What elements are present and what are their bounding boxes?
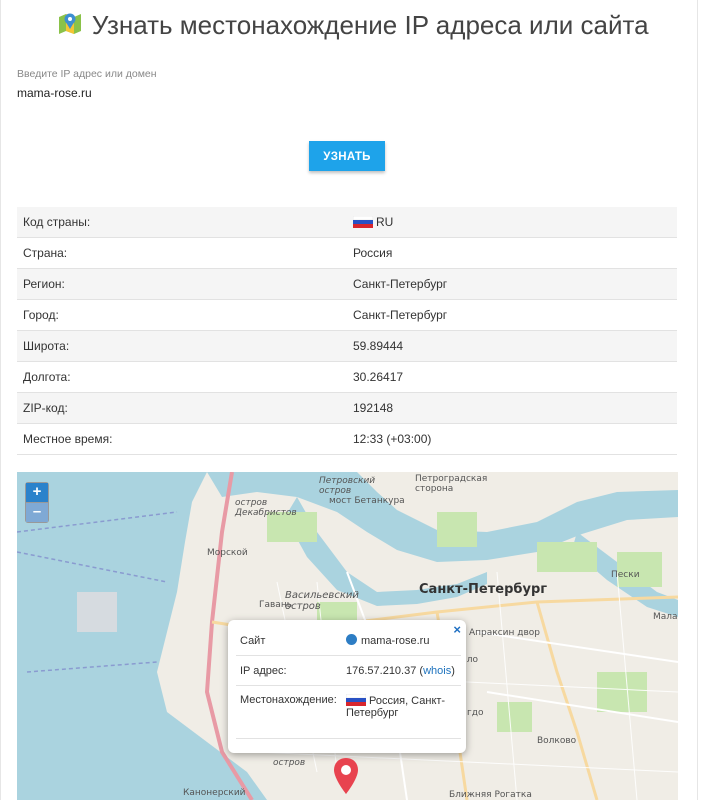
info-row: Местное время: 12:33 (+03:00): [17, 423, 677, 455]
info-value-cell: Санкт-Петербург: [346, 299, 677, 331]
info-row: Долгота: 30.26417: [17, 361, 677, 393]
info-row: Страна: Россия: [17, 237, 677, 269]
info-row: Код страны: RU: [17, 207, 677, 238]
map-label-kanonersky: Канонерский: [183, 788, 246, 798]
whois-link[interactable]: whois: [423, 665, 451, 677]
info-value: 30.26417: [353, 370, 404, 384]
map-label-vasilevsky: Васильевский остров: [285, 590, 359, 612]
zoom-in-button[interactable]: +: [26, 483, 48, 503]
info-value: 192148: [353, 401, 394, 415]
info-key: Код страны:: [17, 207, 346, 238]
map-label-dekabristov: остров Декабристов: [235, 498, 297, 518]
lookup-button[interactable]: УЗНАТЬ: [309, 141, 385, 171]
info-value-cell: 59.89444: [346, 330, 677, 362]
map-label-petrovsky: Петровский остров: [319, 476, 376, 496]
map-label-blizhnyaya: Ближняя Рогатка: [449, 790, 532, 800]
info-key: Страна:: [17, 237, 346, 269]
whois-close-paren: ): [451, 664, 455, 677]
page-title: Узнать местонахождение IP адреса или сай…: [91, 10, 649, 40]
map-popup: × Сайт mama-rose.ru IP адрес: 176.57.210…: [228, 620, 466, 753]
page-left-border: [0, 0, 1, 800]
flag-ru-icon: [345, 693, 367, 706]
map-label-gdo: гдо: [467, 708, 484, 718]
info-value: 59.89444: [353, 339, 404, 353]
ip-domain-input[interactable]: [17, 86, 317, 100]
map-label-spb: Санкт-Петербург: [419, 582, 548, 597]
info-value: 12:33 (+03:00): [353, 432, 432, 446]
map-label-ostrov: остров: [273, 758, 306, 768]
info-value-cell: RU: [346, 207, 677, 238]
map-label-gavan: Гавань: [259, 600, 293, 610]
popup-ip-cell: 176.57.210.37 (whois): [342, 655, 461, 686]
popup-site-value-cell: mama-rose.ru: [342, 626, 461, 656]
info-key: Регион:: [17, 268, 346, 300]
info-value: RU: [376, 215, 394, 229]
map-label-morskoy: Морской: [207, 548, 248, 558]
info-key: Город:: [17, 299, 346, 331]
info-row: Город: Санкт-Петербург: [17, 299, 677, 331]
map-label-volkovo: Волково: [537, 736, 577, 746]
flag-ru-icon: [352, 215, 374, 228]
ip-info-table: Код страны: RU Страна: Россия Регион: Санкт-П…: [17, 207, 677, 455]
map-label-peski: Пески: [611, 570, 640, 580]
popup-ip-value: 176.57.210.37: [346, 664, 417, 677]
info-value-cell: 12:33 (+03:00): [346, 423, 677, 455]
popup-site-key: Сайт: [236, 626, 342, 656]
info-row: Широта: 59.89444: [17, 330, 677, 362]
header: Узнать местонахождение IP адреса или сай…: [0, 10, 706, 41]
popup-ip-key: IP адрес:: [236, 655, 342, 686]
info-row: Регион: Санкт-Петербург: [17, 268, 677, 300]
info-value: Санкт-Петербург: [353, 277, 448, 291]
info-value-cell: 192148: [346, 392, 677, 424]
popup-location-key: Местонахождение:: [236, 685, 342, 739]
location-marker-icon[interactable]: [334, 758, 358, 799]
info-key: Широта:: [17, 330, 346, 362]
info-value-cell: Санкт-Петербург: [346, 268, 677, 300]
info-value-cell: Россия: [346, 237, 677, 269]
info-value-cell: 30.26417: [346, 361, 677, 393]
popup-site-value: mama-rose.ru: [361, 635, 430, 647]
info-key: Долгота:: [17, 361, 346, 393]
page-right-border: [697, 0, 698, 800]
popup-location-cell: Россия, Санкт-Петербург: [342, 685, 461, 739]
map-label-betankura: мост Бетанкура: [329, 496, 405, 506]
map-label-apraksin: Апраксин двор: [469, 628, 540, 638]
map-label-mala: Мала: [653, 612, 678, 622]
input-label: Введите IP адрес или домен: [17, 68, 157, 80]
map-pin-icon: [57, 10, 83, 41]
zoom-out-button[interactable]: –: [26, 503, 48, 522]
info-value: Санкт-Петербург: [353, 308, 448, 322]
map-label-petrogradskaya: Петроградская сторона: [415, 474, 488, 494]
info-value: Россия: [353, 246, 393, 260]
info-key: ZIP-код:: [17, 392, 346, 424]
zoom-control: + –: [25, 482, 49, 523]
globe-icon: [346, 634, 357, 645]
info-row: ZIP-код: 192148: [17, 392, 677, 424]
info-key: Местное время:: [17, 423, 346, 455]
popup-table: Сайт mama-rose.ru IP адрес: 176.57.210.3…: [236, 626, 461, 739]
